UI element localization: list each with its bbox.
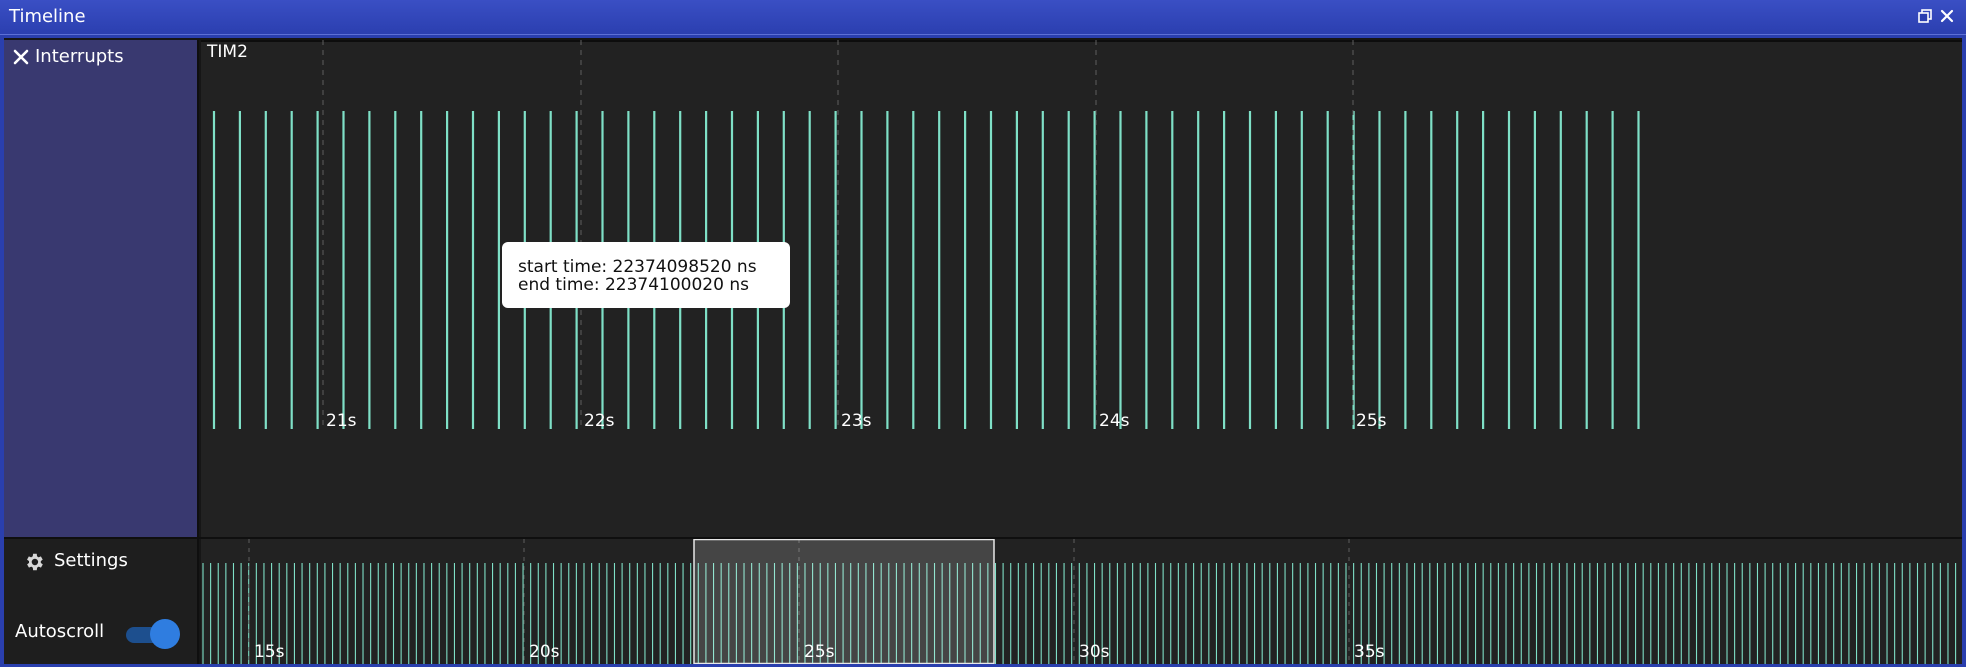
remove-group-icon[interactable] [12, 48, 30, 66]
tooltip-end-time: end time: 22374100020 ns [518, 275, 749, 295]
track-sidebar: Interrupts [4, 40, 199, 537]
window-title: Timeline [9, 6, 86, 27]
autoscroll-toggle[interactable] [122, 619, 184, 649]
group-label-interrupts: Interrupts [35, 46, 124, 67]
window-titlebar: Timeline [0, 0, 1966, 35]
autoscroll-toggle-knob[interactable] [150, 619, 180, 649]
main-timeline-svg[interactable]: 21s 22s 23s 24s 25s [201, 40, 1962, 537]
main-timeline-plot[interactable]: 21s 22s 23s 24s 25s [201, 40, 1962, 537]
gear-icon[interactable] [23, 551, 45, 573]
viewport-selection-window[interactable] [693, 539, 995, 664]
overview-timeline-svg[interactable]: 15s20s25s30s35s [201, 539, 1962, 664]
tooltip-start-time: start time: 22374098520 ns [518, 257, 757, 277]
track-label-tim2: TIM2 [207, 42, 248, 62]
main-tick-label: 25s [1356, 411, 1387, 431]
overview-tick-label: 15s [254, 642, 285, 662]
overview-tick-label: 35s [1354, 642, 1385, 662]
overview-tick-label: 30s [1079, 642, 1110, 662]
close-window-icon[interactable] [1940, 9, 1954, 23]
main-tick-label: 22s [584, 411, 615, 431]
main-tick-label: 21s [326, 411, 357, 431]
autoscroll-label: Autoscroll [15, 621, 105, 642]
event-tooltip: start time: 22374098520 ns end time: 223… [502, 242, 790, 308]
overview-tick-label: 20s [529, 642, 560, 662]
restore-window-icon[interactable] [1918, 9, 1932, 23]
settings-label[interactable]: Settings [54, 550, 128, 571]
overview-timeline-plot[interactable]: 15s20s25s30s35s [201, 539, 1962, 664]
main-tick-label: 23s [841, 411, 872, 431]
settings-panel: Settings Autoscroll [4, 539, 199, 664]
main-tick-label: 24s [1099, 411, 1130, 431]
